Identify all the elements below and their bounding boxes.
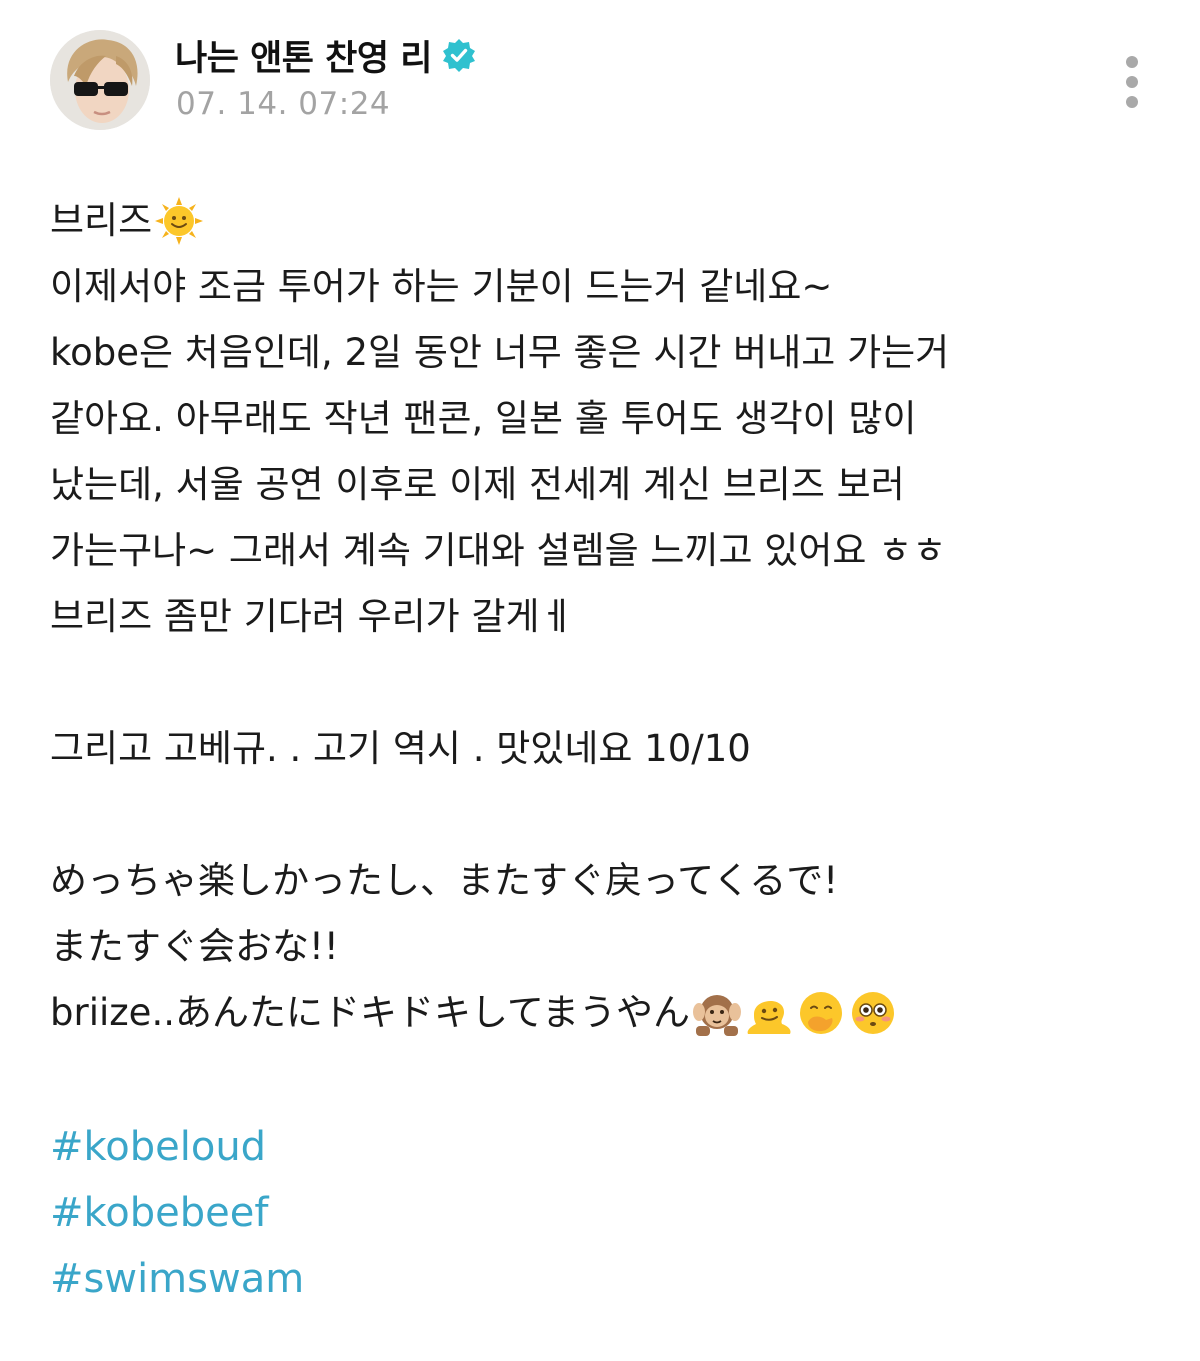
hear-no-evil-monkey-icon xyxy=(692,988,742,1038)
post-line-text: briize..あんたにドキドキしてまうやん xyxy=(50,991,691,1034)
post-line: 이제서야 조금 투어가 하는 기분이 드는거 같네요~ xyxy=(50,265,833,308)
hashtag-link[interactable]: #swimswam xyxy=(50,1246,304,1312)
more-options-icon[interactable] xyxy=(1118,46,1146,116)
avatar[interactable] xyxy=(50,30,150,130)
hashtag-link[interactable]: #kobebeef xyxy=(50,1180,268,1246)
flushed-face-icon xyxy=(848,988,898,1038)
melting-face-icon xyxy=(744,988,794,1038)
post-line: めっちゃ楽しかったし、またすぐ戻ってくるで! xyxy=(50,859,839,902)
post-line-text: 브리즈 xyxy=(50,199,153,242)
post-timestamp: 07. 14. 07:24 xyxy=(176,86,391,122)
post-line: 그리고 고베규. . 고기 역시 . 맛있네요 10/10 xyxy=(50,727,751,770)
post-line: 브리즈 xyxy=(50,188,1150,254)
post-line: 났는데, 서울 공연 이후로 이제 전세계 계신 브리즈 보러 xyxy=(50,463,905,506)
post-body: 브리즈 이제서야 조금 투어가 하는 기분이 드는거 같네요~ kobe은 처음… xyxy=(50,188,1150,1312)
sun-with-face-icon xyxy=(154,196,204,246)
author-name-row: 나는 앤톤 찬영 리 xyxy=(175,30,476,81)
post-line: 같아요. 아무래도 작년 팬콘, 일본 홀 투어도 생각이 많이 xyxy=(50,397,917,440)
post-header: 나는 앤톤 찬영 리 07. 14. 07:24 xyxy=(50,30,1160,130)
face-with-hand-over-mouth-icon xyxy=(796,988,846,1038)
post-line: 브리즈 좀만 기다려 우리가 갈게ㅔ xyxy=(50,595,574,638)
post-line: kobe은 처음인데, 2일 동안 너무 좋은 시간 버내고 가는거 xyxy=(50,331,950,374)
verified-badge-icon xyxy=(442,38,476,72)
post-line: 가는구나~ 그래서 계속 기대와 설렘을 느끼고 있어요 ㅎㅎ xyxy=(50,529,947,572)
post-line: またすぐ会おな!! xyxy=(50,925,339,968)
post-line: briize..あんたにドキドキしてまうやん xyxy=(50,980,1150,1046)
hashtag-link[interactable]: #kobeloud xyxy=(50,1114,266,1180)
author-name[interactable]: 나는 앤톤 찬영 리 xyxy=(175,30,432,81)
